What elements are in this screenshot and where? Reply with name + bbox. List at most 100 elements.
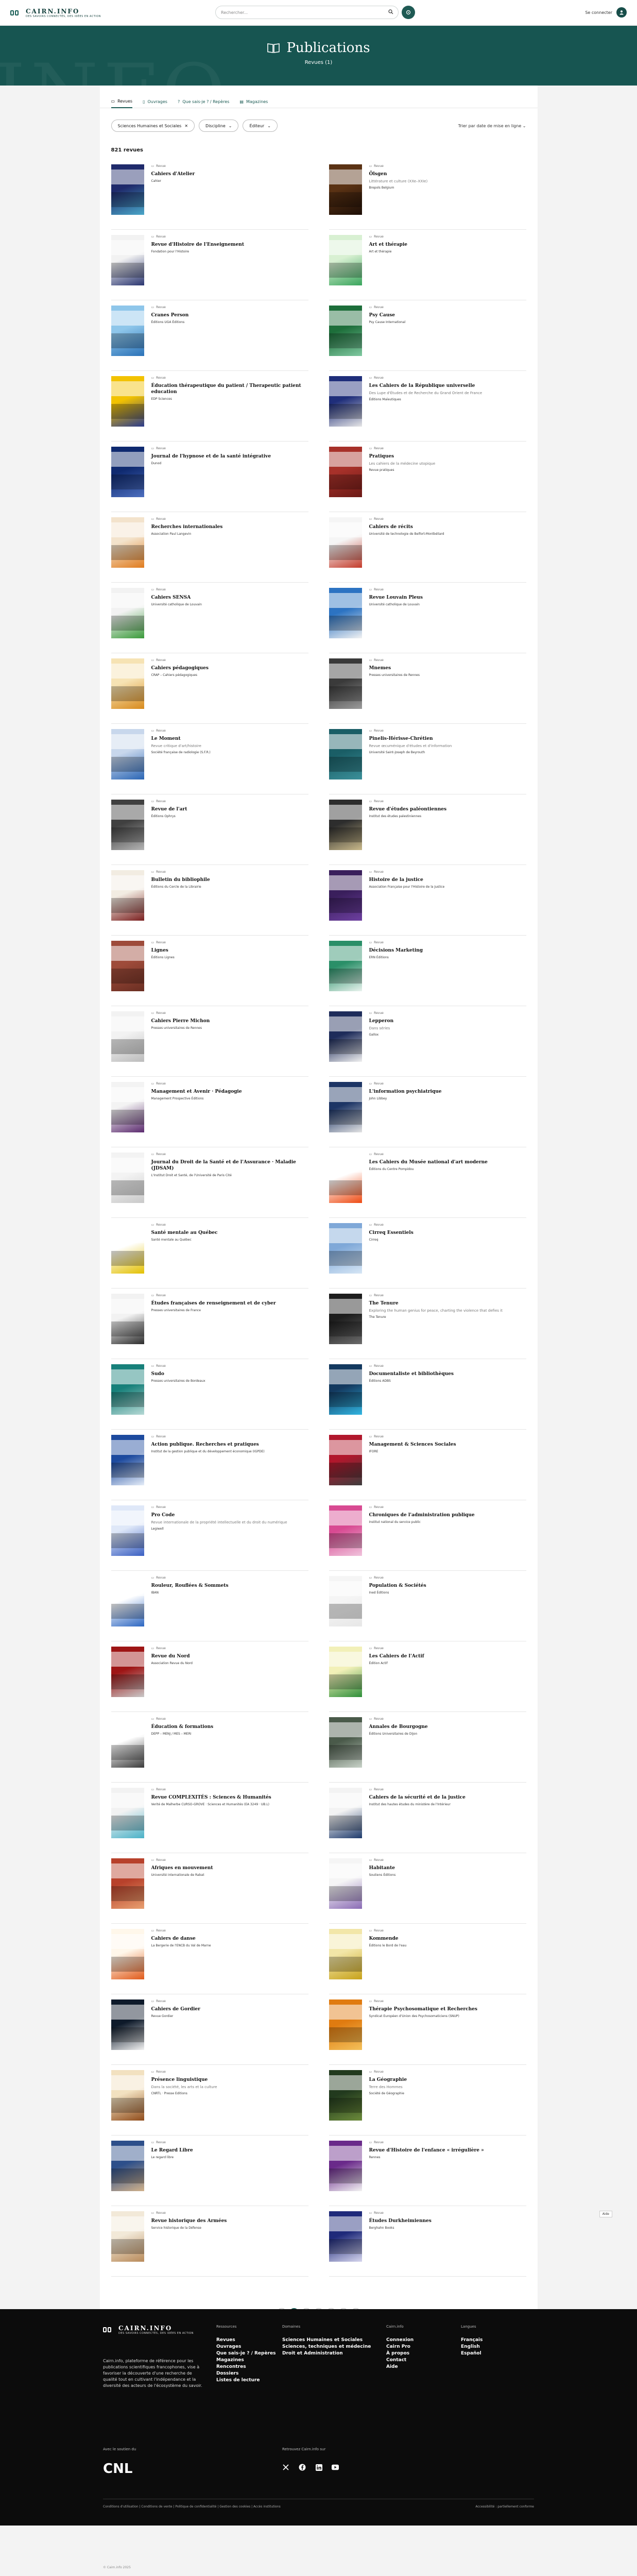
journal-publisher[interactable]: Université catholique de Louvain: [151, 603, 202, 606]
journal-card[interactable]: ▭ Revue Ölsgen Littérature et culture (XXe–…: [329, 159, 526, 230]
journal-card[interactable]: ▭ Revue Revue COMPLEXITÉS : Sciences & Hum…: [111, 1783, 308, 1853]
search-icon[interactable]: [388, 9, 393, 14]
journal-cover[interactable]: [111, 164, 144, 215]
journal-cover[interactable]: [329, 447, 362, 497]
journal-publisher[interactable]: Association Française pour l'Histoire de…: [369, 885, 445, 889]
journal-card[interactable]: ▭ Revue Histoire de la justice Association …: [329, 865, 526, 936]
journal-publisher[interactable]: Université catholique de Louvain: [369, 603, 423, 606]
journal-card[interactable]: ▭ Revue Population & Sociétés Ined Éditions: [329, 1571, 526, 1641]
footer-link[interactable]: Español: [461, 2350, 483, 2357]
journal-cover[interactable]: [329, 1788, 362, 1838]
journal-title[interactable]: Rouleur, Rouflées & Sommets: [151, 1583, 229, 1589]
journal-cover[interactable]: [329, 1364, 362, 1415]
journal-title[interactable]: Thérapie Psychosomatique et Recherches: [369, 2006, 477, 2012]
journal-cover[interactable]: [111, 1999, 144, 2050]
journal-card[interactable]: ▭ Revue Revue historique des Armées Service…: [111, 2206, 308, 2277]
journal-cover[interactable]: [111, 658, 144, 709]
facebook-icon[interactable]: [299, 2464, 306, 2471]
footer-link[interactable]: Droit et Administration: [282, 2350, 371, 2357]
journal-cover[interactable]: [329, 1011, 362, 1062]
journal-publisher[interactable]: Le regard libre: [151, 2156, 193, 2159]
journal-publisher[interactable]: Verité de Malherbe CURSO-GROVE · Science…: [151, 1803, 271, 1806]
footer-link[interactable]: Magazines: [216, 2357, 276, 2364]
journal-card[interactable]: ▭ Revue L'information psychiatrique John Li…: [329, 1077, 526, 1147]
journal-title[interactable]: Les Cahiers de la République universelle: [369, 383, 483, 389]
accessibility-link[interactable]: Accessibilité : partiellement conforme: [475, 2505, 534, 2509]
journal-card[interactable]: ▭ Revue Bulletin du bibliophile Éditions du…: [111, 865, 308, 936]
footer-link[interactable]: Que sais-je ? / Repères: [216, 2350, 276, 2357]
journal-publisher[interactable]: Revue pratiques: [369, 468, 436, 472]
journal-title[interactable]: Pro Code: [151, 1512, 287, 1518]
journal-title[interactable]: Habitante: [369, 1865, 396, 1871]
journal-title[interactable]: Cahiers pédagogiques: [151, 665, 209, 671]
journal-title[interactable]: Cahiers d'Atelier: [151, 171, 195, 177]
journal-title[interactable]: Revue historique des Armées: [151, 2218, 227, 2224]
journal-title[interactable]: Journal du Droit de la Santé et de l'Ass…: [151, 1159, 308, 1172]
journal-publisher[interactable]: ERN Éditions: [369, 956, 423, 959]
footer-link[interactable]: Rencontres: [216, 2364, 276, 2370]
journal-cover[interactable]: [111, 729, 144, 779]
tab-ouvrages[interactable]: ▯ Ouvrages: [143, 95, 167, 108]
journal-publisher[interactable]: Ined Éditions: [369, 1591, 426, 1595]
journal-title[interactable]: Afriques en mouvement: [151, 1865, 213, 1871]
journal-publisher[interactable]: Société de Géographie: [369, 2092, 407, 2095]
journal-cover[interactable]: [111, 1858, 144, 1909]
journal-card[interactable]: ▭ Revue Revue d'Histoire de l'Enseignement…: [111, 230, 308, 300]
tab-magazines[interactable]: ▤ Magazines: [239, 95, 268, 108]
journal-card[interactable]: ▭ Revue Cahiers de récits Université de tec…: [329, 512, 526, 583]
journal-cover[interactable]: [329, 376, 362, 427]
journal-card[interactable]: ▭ Revue Habitante Soutiens Éditions: [329, 1853, 526, 1924]
journal-title[interactable]: Cahiers SENSA: [151, 595, 202, 601]
journal-publisher[interactable]: Service historique de la Défense: [151, 2226, 227, 2230]
journal-title[interactable]: L'information psychiatrique: [369, 1089, 442, 1095]
journal-card[interactable]: ▭ Revue Éducation thérapeutique du patient…: [111, 371, 308, 442]
journal-publisher[interactable]: IFORE: [369, 1450, 456, 1453]
journal-cover[interactable]: [111, 1364, 144, 1415]
journal-card[interactable]: ▭ Revue La Géographie Terre des Hommes Socié…: [329, 2065, 526, 2136]
journal-title[interactable]: Cahiers de récits: [369, 524, 444, 530]
journal-title[interactable]: Revue de l'art: [151, 806, 187, 812]
journal-cover[interactable]: [111, 1223, 144, 1274]
journal-publisher[interactable]: Cahier: [151, 179, 195, 183]
journal-title[interactable]: Éducation & formations: [151, 1724, 214, 1730]
journal-cover[interactable]: [111, 2141, 144, 2191]
journal-title[interactable]: Pratiques: [369, 453, 436, 460]
journal-cover[interactable]: [111, 870, 144, 921]
journal-card[interactable]: ▭ Revue Thérapie Psychosomatique et Recher…: [329, 1994, 526, 2065]
journal-cover[interactable]: [111, 306, 144, 356]
journal-publisher[interactable]: Dunod: [151, 462, 271, 465]
journal-title[interactable]: Cranes Person: [151, 312, 189, 318]
journal-cover[interactable]: [329, 1223, 362, 1274]
journal-cover[interactable]: [111, 1294, 144, 1344]
journal-title[interactable]: Cahiers de danse: [151, 1936, 211, 1942]
logo[interactable]: CAIRN.INFO DES SAVOIRS CONNECTÉS, DES ID…: [10, 8, 101, 18]
journal-publisher[interactable]: Psy Cause International: [369, 320, 406, 324]
journal-cover[interactable]: [329, 235, 362, 285]
journal-publisher[interactable]: Éditions ADBS: [369, 1379, 454, 1383]
journal-cover[interactable]: [329, 164, 362, 215]
footer-link[interactable]: Contact: [386, 2357, 414, 2364]
journal-title[interactable]: Psy Cause: [369, 312, 406, 318]
journal-publisher[interactable]: Éditions Ophrys: [151, 815, 187, 818]
sort-select[interactable]: Trier par date de mise en ligne ⌄: [458, 124, 526, 128]
journal-publisher[interactable]: Presses universitaires de Bordeaux: [151, 1379, 205, 1383]
linkedin-icon[interactable]: [315, 2464, 322, 2471]
journal-publisher[interactable]: Soutiens Éditions: [369, 1873, 396, 1877]
journal-card[interactable]: ▭ Revue Cahiers pédagogiques CRAP – Cahiers…: [111, 653, 308, 724]
journal-cover[interactable]: [329, 1435, 362, 1485]
journal-title[interactable]: Santé mentale au Québec: [151, 1230, 218, 1236]
journal-card[interactable]: ▭ Revue Pratiques Les cahiers de la médecin…: [329, 442, 526, 512]
journal-title[interactable]: Pinelis-Hérisse-Chrétien: [369, 736, 452, 742]
footer-link[interactable]: Aide: [386, 2364, 414, 2370]
journal-publisher[interactable]: Institut des hautes études du ministère …: [369, 1803, 466, 1806]
journal-publisher[interactable]: Université Saint-Joseph de Beyrouth: [369, 751, 452, 754]
journal-title[interactable]: La Géographie: [369, 2077, 407, 2083]
journal-publisher[interactable]: Syndicat Européen d'Union des Psychosoma…: [369, 2014, 477, 2018]
journal-publisher[interactable]: Management Prospective Éditions: [151, 1097, 242, 1100]
journal-cover[interactable]: [329, 870, 362, 921]
journal-card[interactable]: ▭ Revue Cahiers SENSA Université catholique…: [111, 583, 308, 653]
journal-cover[interactable]: [329, 1999, 362, 2050]
journal-publisher[interactable]: Institut de la gestion publique et du dé…: [151, 1450, 265, 1453]
discipline-pill[interactable]: Sciences Humaines et Sociales ✕: [111, 120, 195, 132]
search-input[interactable]: Rechercher...: [215, 6, 399, 19]
